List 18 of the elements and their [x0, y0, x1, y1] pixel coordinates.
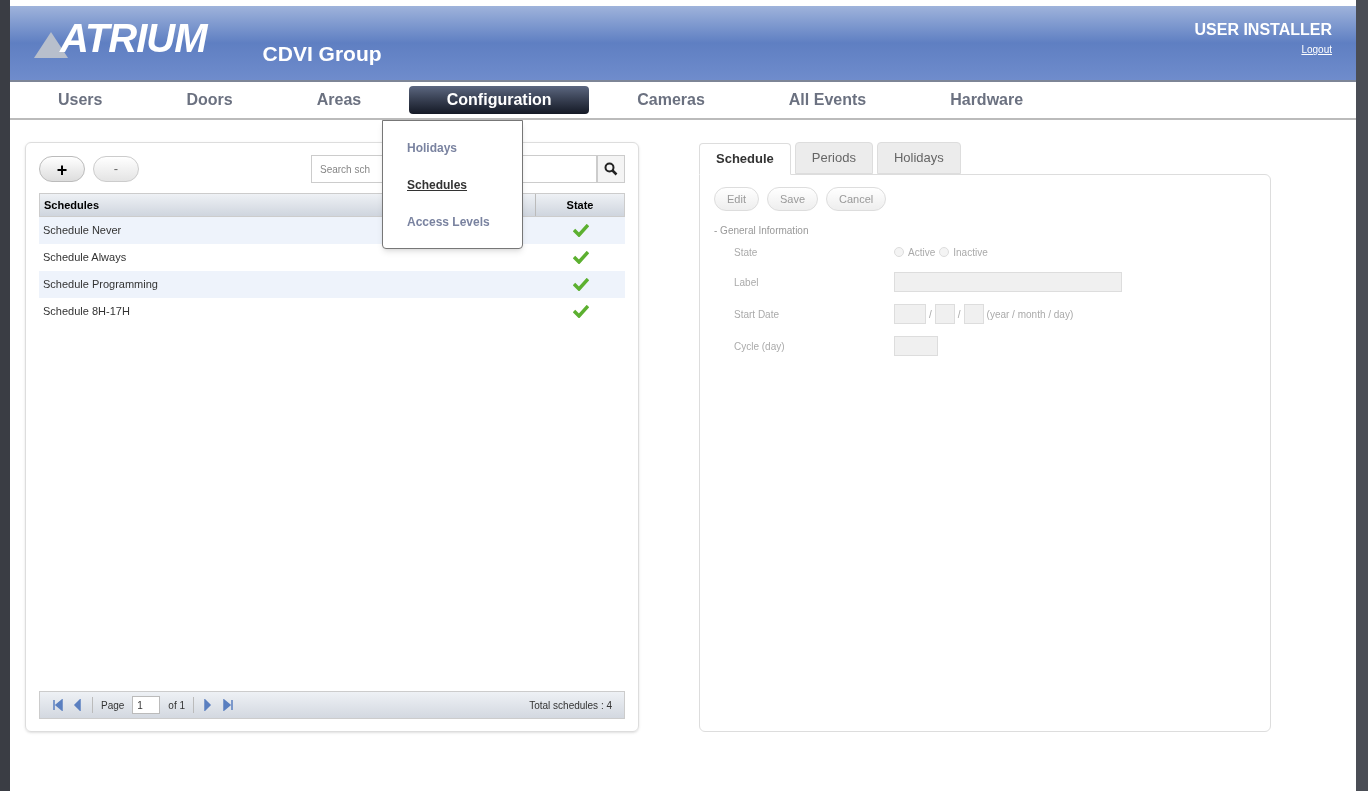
date-format-hint: (year / month / day)	[986, 307, 1074, 322]
schedule-name: Schedule Never	[42, 223, 123, 239]
section-title: - General Information	[714, 224, 810, 238]
field-label: Label	[734, 275, 760, 290]
field-label: Cycle (day)	[734, 339, 786, 354]
date-separator: /	[957, 307, 961, 322]
page-label: Page	[101, 698, 125, 713]
page-count: of 1	[168, 698, 186, 713]
field-label: Start Date	[734, 307, 781, 322]
logo-text: ATRIUM	[60, 18, 207, 58]
schedule-name: Schedule 8H-17H	[42, 304, 131, 320]
company-name: CDVI Group	[262, 41, 382, 67]
date-separator: /	[929, 307, 932, 322]
field-label: State	[734, 245, 759, 260]
user-name: USER INSTALLER	[1194, 20, 1332, 40]
schedule-name: Schedule Programming	[42, 277, 159, 293]
schedule-name: Schedule Always	[42, 250, 128, 266]
total-count: Total schedules : 4	[529, 698, 612, 713]
